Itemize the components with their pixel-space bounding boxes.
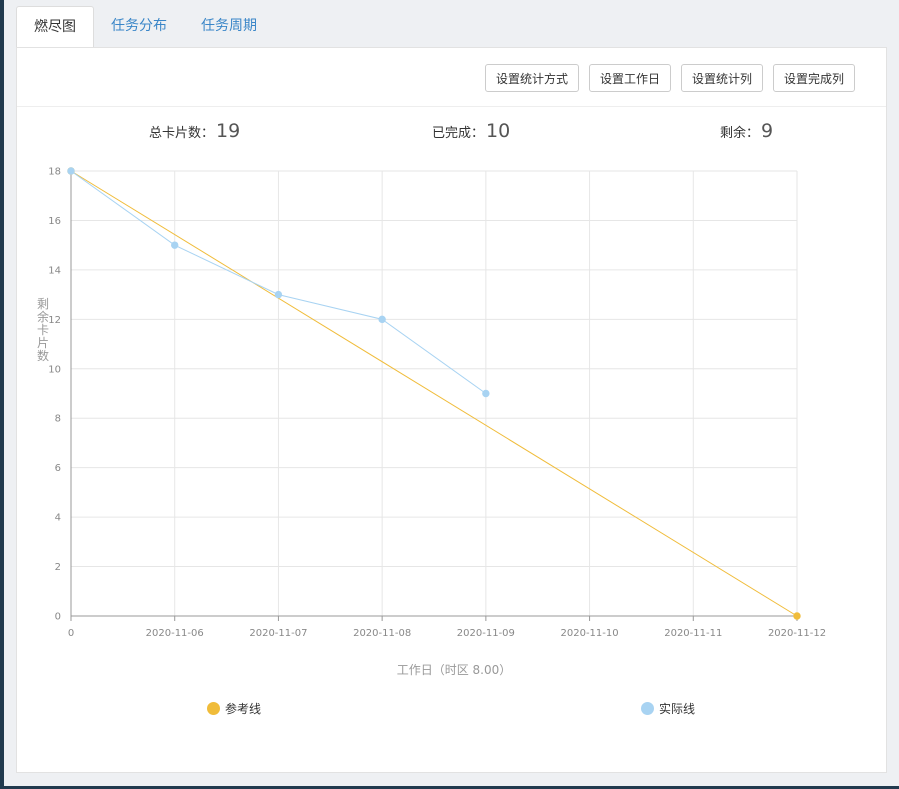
window-frame-edge [0,0,4,789]
x-tick-label: 0 [68,628,74,639]
y-tick-label: 18 [48,167,61,178]
data-point [378,315,386,324]
x-tick-label: 2020-11-06 [146,628,204,639]
x-tick-label: 2020-11-11 [664,628,722,639]
tab-bar: 燃尽图 任务分布 任务周期 [16,6,274,49]
series-line-0 [70,170,798,617]
y-axis-label: 剩余卡片数 [37,297,49,363]
y-tick-label: 0 [55,612,61,623]
y-tick-label: 10 [48,364,61,375]
x-tick-label: 2020-11-09 [457,628,515,639]
legend-label-reference: 参考线 [225,702,262,716]
legend-marker-reference [207,702,220,715]
x-tick-label: 2020-11-07 [249,628,307,639]
chart-panel: 设置统计方式 设置工作日 设置统计列 设置完成列 总卡片数： 19 已完成： 10 … [16,47,887,773]
data-point [67,167,75,175]
data-point [793,612,801,620]
x-tick-label: 2020-11-10 [561,628,619,639]
x-axis-label: 工作日（时区 8.00） [397,663,512,677]
y-tick-label: 4 [55,513,61,524]
y-tick-label: 8 [55,414,61,425]
legend-label-actual: 实际线 [659,702,696,716]
tab-burndown[interactable]: 燃尽图 [16,6,94,49]
y-tick-label: 6 [55,463,61,474]
y-tick-label: 14 [48,265,61,276]
burndown-chart: 0 2 4 6 8 10 12 14 16 18 0 2020-11-06 2020-11-07 2020… [37,167,826,678]
legend-item-actual[interactable]: 实际线 [641,700,695,717]
x-tick-label: 2020-11-08 [353,628,411,639]
x-tick-label: 2020-11-12 [768,628,826,639]
data-point [482,389,490,398]
tab-task-distribution[interactable]: 任务分布 [94,6,184,47]
data-point [171,241,179,249]
data-point [274,290,283,299]
legend-marker-actual [641,702,654,715]
y-tick-label: 12 [48,315,61,326]
legend-item-reference[interactable]: 参考线 [207,700,261,717]
y-tick-label: 2 [55,562,61,573]
tab-task-cycle[interactable]: 任务周期 [184,6,274,47]
y-tick-label: 16 [48,216,61,227]
